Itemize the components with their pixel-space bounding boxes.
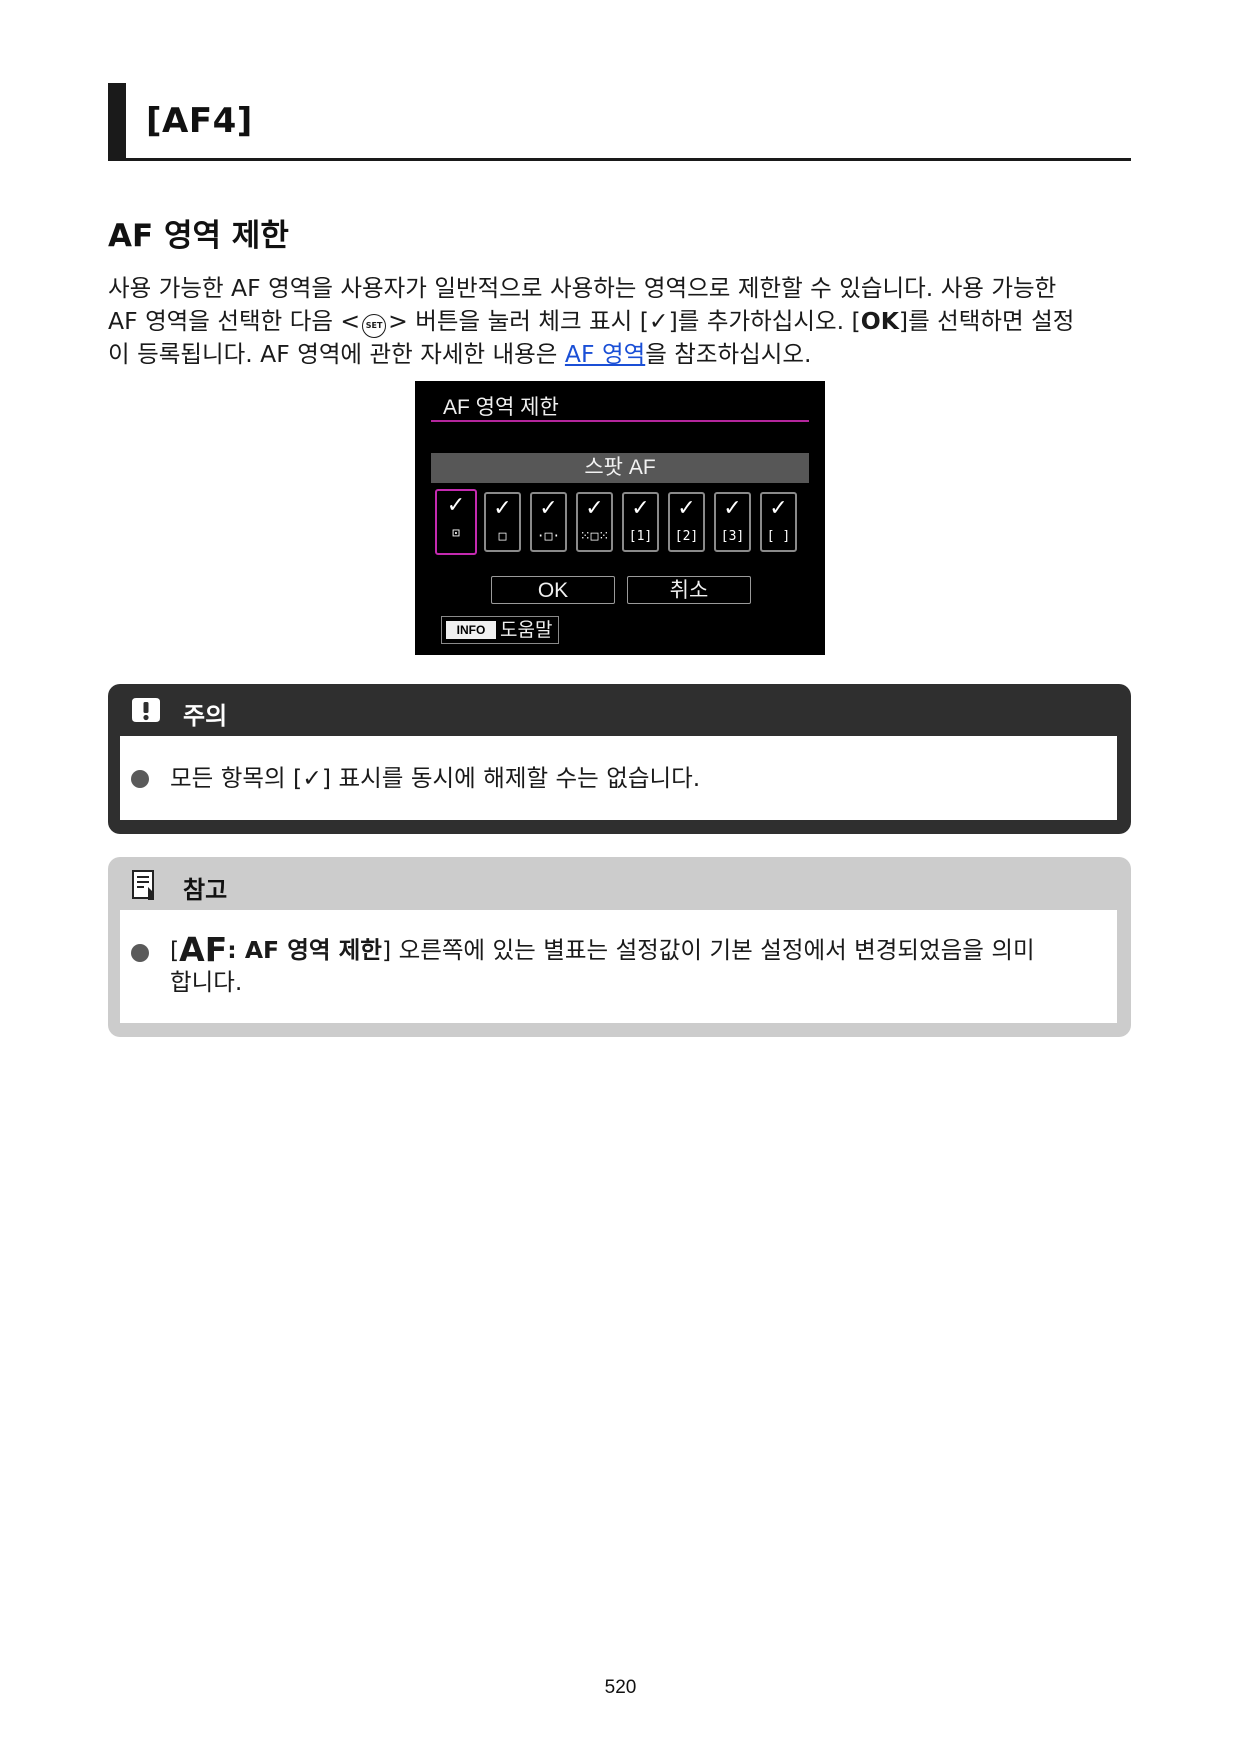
bullet-icon: [131, 770, 149, 788]
header-bar: [108, 83, 126, 161]
intro-text: AF 영역을 선택한 다음 <: [108, 307, 361, 335]
page-header: [AF4]: [108, 83, 1131, 161]
note-text: 합니다.: [170, 968, 243, 996]
note-text: ] 오른쪽에 있는 별표는 설정값이 기본 설정에서 변경되었음을 의미: [381, 936, 1035, 964]
camera-screen: AF 영역 제한 스팟 AF ✓ ⊡ ✓ □ ✓ ·□· ✓ ⁙□⁙ ✓ [1] ✓ [2] ✓ [3] ✓…: [415, 381, 825, 655]
ok-label: OK: [860, 307, 899, 335]
flexible-zone-2-icon: [2]: [674, 529, 699, 544]
checkmark-icon: ✓: [493, 496, 512, 521]
af-area-option[interactable]: ✓ [3]: [714, 492, 751, 552]
caution-box: 주의 모든 항목의 [✓] 표시를 동시에 해제할 수는 없습니다.: [108, 684, 1131, 834]
af-area-option[interactable]: ✓ [2]: [668, 492, 705, 552]
caution-content: 모든 항목의 [✓] 표시를 동시에 해제할 수는 없습니다.: [120, 736, 1117, 820]
checkmark-icon: ✓: [585, 496, 604, 521]
af-area-option[interactable]: ✓ ·□·: [530, 492, 567, 552]
checkmark-icon: ✓: [723, 496, 742, 521]
one-point-af-icon: □: [498, 529, 507, 544]
cancel-button[interactable]: 취소: [627, 576, 751, 604]
af-area-option[interactable]: ✓ ⊡: [435, 489, 477, 555]
camera-title-rule: [431, 420, 809, 422]
spot-af-icon: ⊡: [452, 526, 460, 541]
caution-text: 모든 항목의 [: [170, 764, 303, 792]
intro-paragraph: 사용 가능한 AF 영역을 사용자가 일반적으로 사용하는 영역으로 제한할 수…: [108, 272, 1138, 371]
page-number: 520: [604, 1677, 637, 1698]
info-help-button[interactable]: INFO 도움말: [441, 616, 559, 644]
af-area-options: ✓ ⊡ ✓ □ ✓ ·□· ✓ ⁙□⁙ ✓ [1] ✓ [2] ✓ [3] ✓[ ]: [435, 489, 810, 556]
flexible-zone-3-icon: [3]: [720, 529, 745, 544]
flexible-zone-1-icon: [1]: [628, 529, 653, 544]
checkmark-icon: ✓: [769, 496, 788, 521]
note-box: 참고 [AF: AF 영역 제한] 오른쪽에 있는 별표는 설정값이 기본 설정…: [108, 857, 1131, 1037]
intro-text: 을 참조하십시오.: [645, 340, 812, 368]
checkmark-icon: ✓: [648, 307, 669, 335]
intro-line-1: 사용 가능한 AF 영역을 사용자가 일반적으로 사용하는 영역으로 제한할 수…: [108, 274, 1057, 302]
note-icon: [132, 870, 154, 900]
page-title: [AF4]: [146, 101, 253, 141]
af-tab-symbol: AF: [179, 930, 228, 969]
intro-line-2: AF 영역을 선택한 다음 < SET > 버튼을 눌러 체크 표시 [✓]를 추가…: [108, 305, 1138, 338]
intro-text: ]를 선택하면 설정: [898, 307, 1075, 335]
header-rule: [126, 158, 1131, 161]
af-area-option[interactable]: ✓ ⁙□⁙: [576, 492, 613, 552]
camera-screen-title: AF 영역 제한: [443, 396, 559, 419]
caution-text: ] 표시를 동시에 해제할 수는 없습니다.: [321, 764, 701, 792]
intro-text: > 버튼을 눌러 체크 표시 [: [388, 307, 649, 335]
section-title: AF 영역 제한: [108, 218, 289, 254]
checkmark-icon: ✓: [302, 764, 322, 792]
expand-af-surround-icon: ⁙□⁙: [579, 529, 610, 544]
caution-label: 주의: [183, 702, 228, 730]
intro-text: ]를 추가하십시오. [: [668, 307, 861, 335]
af-area-link[interactable]: AF 영역: [565, 340, 645, 368]
caution-item: 모든 항목의 [✓] 표시를 동시에 해제할 수는 없습니다.: [170, 762, 700, 794]
note-content: [AF: AF 영역 제한] 오른쪽에 있는 별표는 설정값이 기본 설정에서 …: [120, 910, 1117, 1023]
whole-area-af-icon: [ ]: [766, 529, 791, 544]
bullet-icon: [131, 944, 149, 962]
caution-icon: [132, 698, 160, 722]
intro-line-3: 이 등록됩니다. AF 영역에 관한 자세한 내용은 AF 영역을 참조하십시오…: [108, 338, 1138, 371]
af-area-option[interactable]: ✓ [1]: [622, 492, 659, 552]
intro-text: 이 등록됩니다. AF 영역에 관한 자세한 내용은: [108, 340, 565, 368]
note-item: [AF: AF 영역 제한] 오른쪽에 있는 별표는 설정값이 기본 설정에서 …: [170, 933, 1100, 998]
set-button-icon: SET: [362, 314, 387, 338]
note-label: 참고: [183, 876, 228, 904]
checkmark-icon: ✓: [446, 493, 466, 518]
checkmark-icon: ✓: [539, 496, 558, 521]
af-mode-bar: 스팟 AF: [431, 453, 809, 483]
ok-button[interactable]: OK: [491, 576, 615, 604]
info-badge: INFO: [446, 621, 496, 639]
af-area-option[interactable]: ✓ □: [484, 492, 521, 552]
checkmark-icon: ✓: [631, 496, 650, 521]
expand-af-cross-icon: ·□·: [536, 529, 561, 544]
help-label: 도움말: [500, 619, 553, 641]
note-text: [: [170, 936, 180, 964]
note-bold-text: : AF 영역 제한: [227, 936, 382, 964]
af-area-option[interactable]: ✓ [ ]: [760, 492, 797, 552]
checkmark-icon: ✓: [677, 496, 696, 521]
